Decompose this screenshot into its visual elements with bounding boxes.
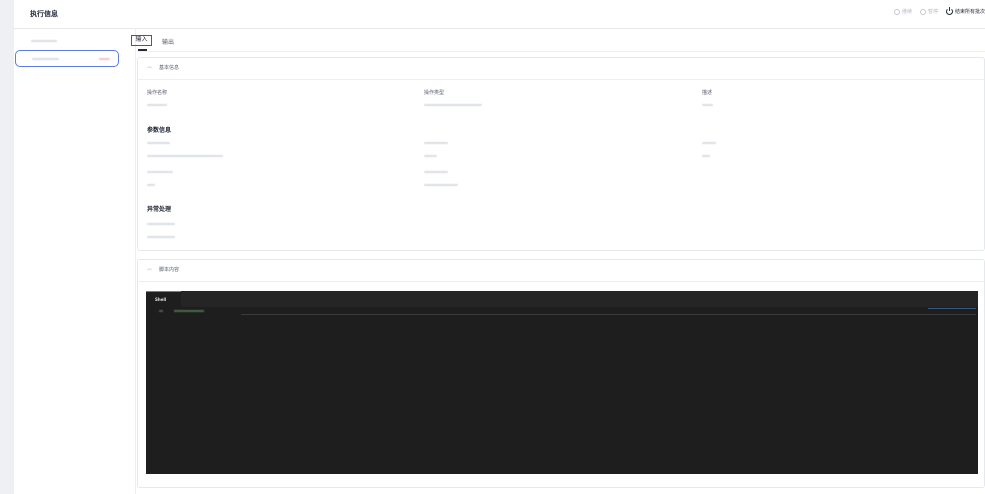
params-title: 参数信息 — [147, 127, 172, 134]
editor-tab-shell[interactable]: Shell — [146, 291, 181, 307]
page-title: 执行信息 — [30, 10, 58, 18]
tab-output[interactable]: 输出 — [162, 37, 174, 46]
batch-item-status — [99, 58, 110, 60]
exception-label — [147, 223, 175, 225]
param-value — [424, 155, 437, 157]
description-label: 描述 — [702, 90, 713, 96]
editor-tab-label: Shell — [155, 297, 167, 302]
batch-item-selected[interactable] — [15, 50, 119, 67]
chevron-up-icon: ︿ — [147, 266, 153, 272]
op-type-value — [424, 104, 482, 106]
param-value — [147, 155, 223, 157]
script-content-card: ︿ 脚本内容 Shell — [137, 259, 985, 488]
batch-sidebar — [14, 28, 136, 494]
param-value — [702, 155, 710, 157]
script-content-header[interactable]: ︿ 脚本内容 — [138, 260, 984, 282]
code-editor[interactable]: Shell — [146, 291, 978, 474]
exception-title: 异常处理 — [147, 206, 172, 213]
basic-info-card: ︿ 基本信息 操作名称 操作类型 描述 参数信息 异常处理 — [137, 57, 985, 251]
editor-ruler — [241, 314, 976, 315]
chevron-up-icon: ︿ — [147, 64, 153, 70]
exception-value — [147, 236, 175, 238]
param-label — [147, 171, 173, 173]
pause-circle-icon — [919, 8, 926, 15]
header-actions: 继续 暂停 结束所有批次 — [893, 7, 985, 15]
basic-info-title: 基本信息 — [159, 65, 180, 71]
param-label — [702, 142, 716, 144]
play-circle-icon — [893, 8, 900, 15]
param-value — [424, 184, 458, 186]
page-header: 执行信息 继续 暂停 结束所有批次 — [14, 0, 985, 29]
tab-input[interactable]: 输入 — [131, 35, 152, 46]
pause-button[interactable]: 暂停 — [919, 8, 938, 15]
op-name-value — [147, 104, 167, 106]
power-icon — [945, 7, 953, 15]
param-value — [147, 184, 155, 186]
editor-tab-bar: Shell — [146, 291, 978, 307]
end-all-label: 结束所有批次 — [954, 9, 985, 15]
description-value — [702, 104, 713, 106]
batch-group-label — [31, 40, 57, 42]
editor-scroll-indicator — [928, 308, 976, 309]
code-line — [174, 310, 204, 312]
op-type-label: 操作类型 — [424, 90, 445, 96]
continue-button[interactable]: 继续 — [893, 8, 912, 15]
op-name-label: 操作名称 — [147, 90, 168, 96]
param-label — [424, 171, 448, 173]
continue-label: 继续 — [901, 9, 912, 15]
pause-label: 暂停 — [927, 9, 938, 15]
basic-info-header[interactable]: ︿ 基本信息 — [138, 58, 984, 80]
line-number — [159, 310, 163, 312]
param-label — [147, 142, 170, 144]
batch-item-name — [32, 58, 59, 60]
tabs-divider — [137, 51, 985, 52]
script-content-title: 脚本内容 — [159, 267, 180, 273]
param-label — [424, 142, 448, 144]
execution-panel: 执行信息 继续 暂停 结束所有批次 输入 输出 ︿ 基本信息 操作名称 操作类型… — [14, 0, 985, 494]
end-all-batches-button[interactable]: 结束所有批次 — [945, 7, 985, 15]
